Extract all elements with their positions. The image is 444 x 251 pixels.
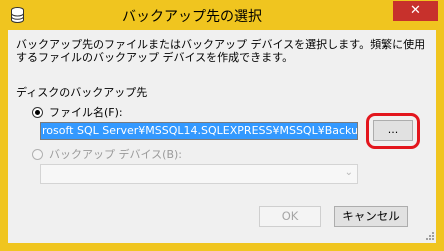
group-label: ディスクのバックアップ先 bbox=[16, 86, 148, 99]
backup-device-label: バックアップ デバイス(B): bbox=[49, 148, 183, 161]
ok-button[interactable]: OK bbox=[259, 206, 321, 227]
file-path-input[interactable]: rosoft SQL Server¥MSSQL14.SQLEXPRESS¥MSS… bbox=[40, 122, 358, 140]
backup-device-option[interactable]: バックアップ デバイス(B): bbox=[32, 146, 182, 162]
file-name-option[interactable]: ファイル名(F): bbox=[32, 104, 123, 120]
cancel-button[interactable]: キャンセル bbox=[334, 206, 408, 227]
browse-button[interactable]: ... bbox=[373, 120, 413, 141]
dialog-window: バックアップ先の選択 ✕ バックアップ先のファイルまたはバックアップ デバイスを… bbox=[0, 0, 444, 251]
description-text: バックアップ先のファイルまたはバックアップ デバイスを選択します。頻繁に使用する… bbox=[16, 38, 426, 64]
title-bar[interactable]: バックアップ先の選択 ✕ bbox=[0, 0, 444, 30]
resize-grip-icon[interactable] bbox=[424, 231, 434, 241]
file-name-label: ファイル名(F): bbox=[49, 106, 123, 119]
file-path-value: rosoft SQL Server¥MSSQL14.SQLEXPRESS¥MSS… bbox=[41, 123, 357, 139]
dialog-body: バックアップ先のファイルまたはバックアップ デバイスを選択します。頻繁に使用する… bbox=[8, 30, 436, 243]
dialog-title: バックアップ先の選択 bbox=[122, 9, 262, 25]
file-name-radio[interactable] bbox=[32, 106, 43, 118]
chevron-down-icon: ⌄ bbox=[344, 167, 353, 178]
backup-device-combo[interactable]: ⌄ bbox=[40, 164, 358, 184]
close-button[interactable]: ✕ bbox=[393, 1, 438, 21]
backup-device-radio[interactable] bbox=[32, 148, 43, 160]
